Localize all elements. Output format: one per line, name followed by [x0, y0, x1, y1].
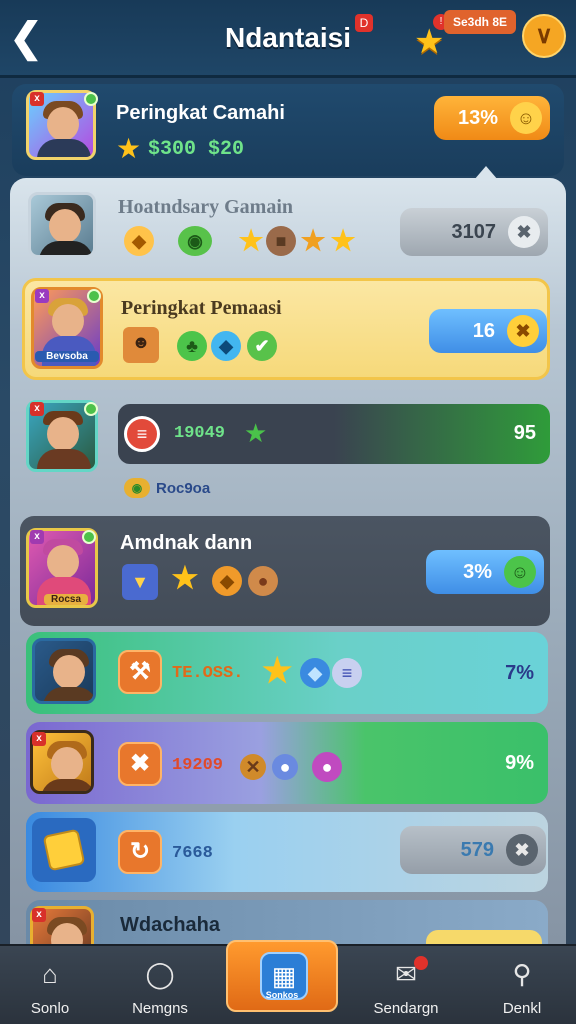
- bar-value: 95: [513, 422, 536, 444]
- score-value: 3107: [451, 220, 497, 243]
- star-icon: ★: [238, 225, 264, 256]
- player-score: $300 $20: [148, 138, 245, 161]
- nav-item-home[interactable]: ⌂ Sonlo: [0, 946, 100, 1024]
- rank-chip[interactable]: 16 ✖: [429, 309, 547, 353]
- tools-icon: ✖: [506, 834, 538, 866]
- candy-icon: ≡: [332, 658, 362, 688]
- score-value: 579: [460, 838, 494, 861]
- bronze-coin-icon: ●: [248, 566, 278, 596]
- nav-label: Sonlo: [30, 1000, 70, 1017]
- title-notification-badge: D: [355, 14, 373, 32]
- shield-badge-icon: ◆: [124, 226, 154, 256]
- frog-icon: ☺: [504, 556, 536, 588]
- nav-item-shield[interactable]: ◯ Nemgns: [110, 946, 210, 1024]
- percent-value: 13%: [457, 106, 498, 129]
- close-icon: x: [32, 732, 46, 746]
- purple-coin-icon: ●: [312, 752, 342, 782]
- nav-item-search[interactable]: ⚲ Denkl: [472, 946, 572, 1024]
- score-bar[interactable]: ≡ 19049 ★ 95: [118, 404, 550, 464]
- wrench-icon: ✖: [508, 216, 540, 248]
- leaderboard-row[interactable]: x Peringkat Camahi ★ $300 $20 13% ☺: [12, 84, 564, 176]
- coin-icon: ◉: [124, 478, 150, 498]
- rock-icon: ■: [266, 226, 296, 256]
- close-icon: x: [30, 530, 44, 544]
- shield-badge-icon: ▼: [122, 564, 158, 600]
- avatar: [28, 192, 96, 258]
- player-name: Amdnak dann: [120, 532, 253, 554]
- close-icon: x: [30, 92, 44, 106]
- check-gem-icon: ✔: [247, 331, 277, 361]
- player-name: Peringkat Camahi: [116, 102, 285, 124]
- online-icon: [84, 92, 98, 106]
- gem-icon: ◆: [211, 331, 241, 361]
- leaderboard-row[interactable]: Hoatndsary Gamain ◆ ◉ ★ ■ ★ ★ 3107 ✖: [20, 186, 560, 272]
- shield-stripes-icon: ≡: [124, 416, 160, 452]
- close-icon: x: [30, 402, 44, 416]
- frog-badge-icon: ◉: [178, 226, 212, 256]
- orange-gem-icon: ◆: [212, 566, 242, 596]
- star-icon: ★: [300, 225, 326, 256]
- smile-coin-icon: ☺: [510, 102, 542, 134]
- top-bar: ❮ Ndantaisi D ★ ! Se3dh 8E ∨: [0, 0, 576, 78]
- nav-item-mail[interactable]: ✉ Sendargn: [356, 946, 456, 1024]
- star-icon: ★: [262, 652, 293, 690]
- player-score: 19209: [172, 756, 224, 775]
- shield-check-icon: ◯: [145, 959, 175, 989]
- gem-icon: ●: [272, 754, 298, 780]
- player-name: Peringkat Pemaasi: [121, 297, 282, 319]
- score-chip[interactable]: 579 ✖: [400, 826, 546, 874]
- tools-button[interactable]: ⚒: [118, 650, 162, 694]
- avatar-label: Rocsa: [44, 594, 88, 605]
- percent-value: 3%: [463, 560, 492, 583]
- nav-label: Nemgns: [132, 1000, 188, 1017]
- bronze-coin-icon: ✕: [240, 754, 266, 780]
- star-icon: ★: [116, 133, 142, 164]
- percent-chip[interactable]: 13% ☺: [434, 96, 550, 140]
- star-icon: ★: [244, 418, 268, 448]
- search-icon: ⚲: [512, 959, 532, 989]
- avatar-label: Bevsoba: [35, 351, 99, 362]
- player-name: Wdachaha: [120, 914, 221, 936]
- online-icon: [82, 530, 96, 544]
- close-icon: x: [32, 908, 46, 922]
- nav-item-map-active[interactable]: ▦ Sonkos: [226, 940, 338, 1012]
- online-icon: [87, 289, 101, 303]
- avatar: [32, 638, 96, 704]
- leaderboard-row[interactable]: ⚒ TE.OSS. ★ ◆ ≡ 7%: [26, 632, 548, 714]
- x-coin-icon: ✖: [507, 315, 539, 347]
- leaderboard-row[interactable]: x ✖ 19209 ✕ ● ● 9%: [26, 722, 548, 804]
- sub-label: Roc9oa: [156, 480, 211, 497]
- currency-pill[interactable]: Se3dh 8E: [444, 10, 516, 34]
- clover-icon: ♣: [177, 331, 207, 361]
- player-name: Hoatndsary Gamain: [118, 196, 294, 218]
- leaderboard-row-highlighted[interactable]: x Bevsoba Peringkat Pemaasi ☻ ♣ ◆ ✔ 16 ✖: [22, 278, 550, 380]
- leaderboard-row[interactable]: x Rocsa Amdnak dann ▼ ★ ◆ ● 3% ☺: [20, 516, 550, 626]
- item-icon: [32, 818, 96, 882]
- bar-value: 7%: [505, 662, 534, 684]
- player-score: TE.OSS.: [172, 664, 244, 683]
- nav-label: Sonkos: [265, 990, 299, 1000]
- refresh-button[interactable]: ↻: [118, 830, 162, 874]
- home-icon: ⌂: [42, 959, 58, 989]
- check-down-icon[interactable]: ∨: [522, 14, 566, 58]
- player-thumb-icon: ☻: [123, 327, 159, 363]
- tools-button[interactable]: ✖: [118, 742, 162, 786]
- player-score: 7668: [172, 844, 213, 863]
- leaderboard-row[interactable]: ↻ 7668 579 ✖: [26, 812, 548, 892]
- panel-pointer: [474, 166, 498, 180]
- star-icon: ★: [171, 562, 199, 595]
- nav-label: Denkl: [502, 1000, 542, 1017]
- gem-icon: ◆: [300, 658, 330, 688]
- rank-value: 16: [472, 319, 495, 342]
- score-chip[interactable]: 3107 ✖: [400, 208, 548, 256]
- nav-label: Sendargn: [373, 1000, 439, 1017]
- leaderboard-row[interactable]: x ≡ 19049 ★ 95 ◉ Roc9oa: [20, 394, 556, 510]
- close-icon: x: [35, 289, 49, 303]
- online-icon: [84, 402, 98, 416]
- mail-notification-badge: [414, 956, 428, 970]
- player-score: 19049: [174, 424, 226, 443]
- percent-chip[interactable]: 3% ☺: [426, 550, 544, 594]
- bar-value: 9%: [505, 752, 534, 774]
- star-icon: ★: [330, 225, 356, 256]
